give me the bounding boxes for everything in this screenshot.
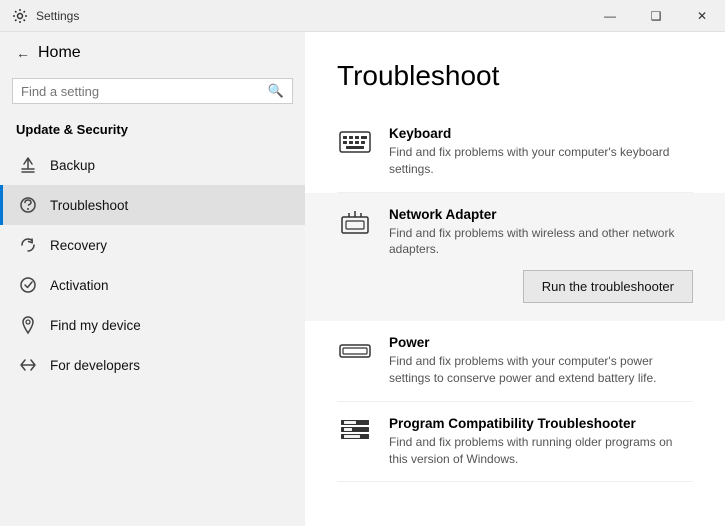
backup-icon xyxy=(16,155,40,175)
content-area: Troubleshoot Keyboard Fi xyxy=(305,32,725,526)
minimize-button[interactable]: — xyxy=(587,0,633,32)
settings-icon xyxy=(12,8,28,24)
titlebar: Settings — ❑ ✕ xyxy=(0,0,725,32)
network-adapter-text: Network Adapter Find and fix problems wi… xyxy=(389,207,693,308)
network-adapter-desc: Find and fix problems with wireless and … xyxy=(389,225,693,259)
find-device-icon xyxy=(16,315,40,335)
search-container: 🔍 xyxy=(12,78,293,104)
sidebar-item-recovery[interactable]: Recovery xyxy=(0,225,305,265)
power-desc: Find and fix problems with your computer… xyxy=(389,353,693,387)
back-arrow-icon: ← xyxy=(16,45,30,61)
sidebar-item-for-developers[interactable]: For developers xyxy=(0,345,305,385)
titlebar-controls: — ❑ ✕ xyxy=(587,0,725,32)
backup-label: Backup xyxy=(50,158,95,173)
keyboard-title: Keyboard xyxy=(389,126,693,141)
section-title: Update & Security xyxy=(0,116,305,145)
run-troubleshooter-button[interactable]: Run the troubleshooter xyxy=(523,270,693,303)
recovery-icon xyxy=(16,235,40,255)
program-compat-title: Program Compatibility Troubleshooter xyxy=(389,416,693,431)
keyboard-icon xyxy=(337,128,373,156)
search-input[interactable] xyxy=(21,84,268,99)
developers-icon xyxy=(16,355,40,375)
power-icon xyxy=(337,337,373,365)
sidebar: ← Home 🔍 Update & Security Backup xyxy=(0,32,305,526)
page-title: Troubleshoot xyxy=(337,60,693,92)
for-developers-label: For developers xyxy=(50,358,140,373)
recovery-label: Recovery xyxy=(50,238,107,253)
home-label: Home xyxy=(38,44,81,62)
troubleshoot-label: Troubleshoot xyxy=(50,198,128,213)
program-compat-desc: Find and fix problems with running older… xyxy=(389,434,693,468)
program-compat-icon xyxy=(337,418,373,446)
search-icon: 🔍 xyxy=(268,83,284,99)
keyboard-desc: Find and fix problems with your computer… xyxy=(389,144,693,178)
power-text: Power Find and fix problems with your co… xyxy=(389,335,693,387)
back-navigation[interactable]: ← Home xyxy=(0,32,305,74)
sidebar-item-activation[interactable]: Activation xyxy=(0,265,305,305)
power-title: Power xyxy=(389,335,693,350)
sidebar-item-backup[interactable]: Backup xyxy=(0,145,305,185)
activation-label: Activation xyxy=(50,278,109,293)
sidebar-item-troubleshoot[interactable]: Troubleshoot xyxy=(0,185,305,225)
list-item-keyboard: Keyboard Find and fix problems with your… xyxy=(337,112,693,193)
troubleshoot-icon xyxy=(16,195,40,215)
maximize-button[interactable]: ❑ xyxy=(633,0,679,32)
titlebar-left: Settings xyxy=(12,8,79,24)
list-item-network-adapter: Network Adapter Find and fix problems wi… xyxy=(305,193,725,322)
activation-icon xyxy=(16,275,40,295)
sidebar-item-find-my-device[interactable]: Find my device xyxy=(0,305,305,345)
close-button[interactable]: ✕ xyxy=(679,0,725,32)
program-compat-text: Program Compatibility Troubleshooter Fin… xyxy=(389,416,693,468)
titlebar-title: Settings xyxy=(36,9,79,23)
list-item-power: Power Find and fix problems with your co… xyxy=(337,321,693,402)
network-adapter-icon xyxy=(337,209,373,237)
main-container: ← Home 🔍 Update & Security Backup xyxy=(0,32,725,526)
keyboard-text: Keyboard Find and fix problems with your… xyxy=(389,126,693,178)
list-item-program-compatibility: Program Compatibility Troubleshooter Fin… xyxy=(337,402,693,483)
network-adapter-title: Network Adapter xyxy=(389,207,693,222)
find-my-device-label: Find my device xyxy=(50,318,141,333)
